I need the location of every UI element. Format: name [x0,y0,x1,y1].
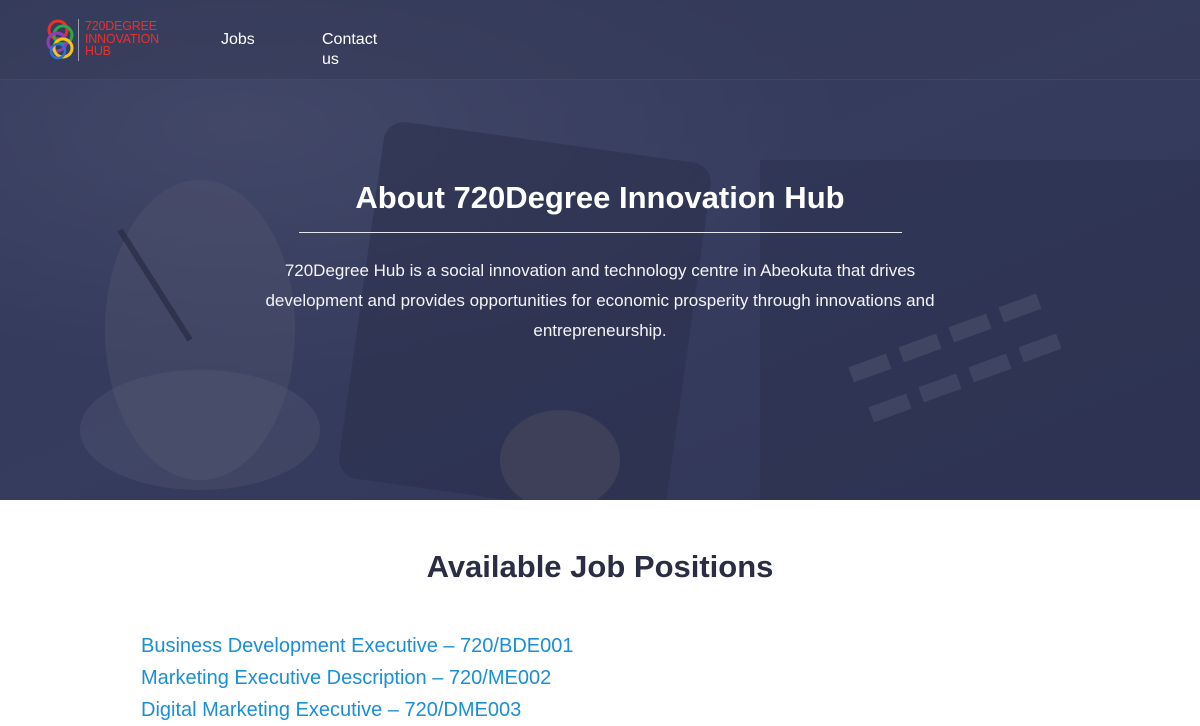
interlocked-rings-logo-icon [46,19,74,60]
job-list-item: Digital Marketing Executive – 720/DME003 [141,694,573,726]
nav-link-jobs[interactable]: Jobs [221,30,255,50]
job-link-bde001[interactable]: Business Development Executive – 720/BDE… [141,635,573,657]
jobs-heading: Available Job Positions [426,549,774,584]
jobs-list: Business Development Executive – 720/BDE… [141,630,573,726]
job-link-me002[interactable]: Marketing Executive Description – 720/ME… [141,667,551,689]
site-header: 720DEGREE INNOVATION HUB Jobs Contact us [0,0,1200,80]
logo-wordmark: 720DEGREE INNOVATION HUB [85,20,159,58]
nav-link-contact-us[interactable]: Contact us [322,30,377,70]
logo-line-3: HUB [85,44,111,58]
job-list-item: Business Development Executive – 720/BDE… [141,630,573,662]
job-list-item: Marketing Executive Description – 720/ME… [141,662,573,694]
job-link-dme003[interactable]: Digital Marketing Executive – 720/DME003 [141,699,521,721]
hero-section: 720DEGREE INNOVATION HUB Jobs Contact us… [0,0,1200,500]
logo-line-1: 720DEGREE [85,19,157,33]
site-logo[interactable]: 720DEGREE INNOVATION HUB [44,17,174,65]
hero-description: 720Degree Hub is a social innovation and… [265,261,935,340]
hero-title: About 720Degree Innovation Hub [355,180,845,215]
hero-divider [299,232,902,233]
logo-divider [78,19,79,61]
